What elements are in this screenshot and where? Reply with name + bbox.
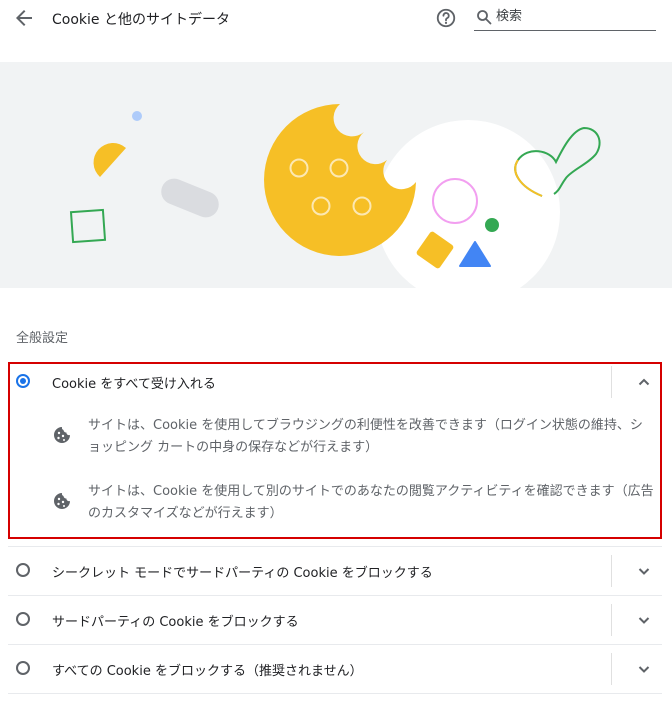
option-label: すべての Cookie をブロックする（推奨されません） bbox=[52, 664, 363, 679]
option-label: サードパーティの Cookie をブロックする bbox=[52, 615, 299, 630]
chevron-down-icon[interactable] bbox=[634, 561, 654, 581]
divider bbox=[8, 693, 662, 694]
separator bbox=[611, 604, 612, 636]
radio-button[interactable] bbox=[16, 661, 30, 675]
illustration-graphic bbox=[69, 104, 601, 288]
section-title: 全般設定 bbox=[16, 331, 69, 346]
option-label: シークレット モードでサードパーティの Cookie をブロックする bbox=[52, 566, 433, 581]
separator bbox=[611, 653, 612, 685]
help-circle-icon[interactable] bbox=[435, 7, 457, 29]
detail-item: サイトは、Cookie を使用して別のサイトでのあなたの閲覧アクティビティを確認… bbox=[50, 481, 656, 525]
detail-item: サイトは、Cookie を使用してブラウジングの利便性を改善できます（ログイン状… bbox=[50, 415, 656, 459]
radio-button[interactable] bbox=[16, 563, 30, 577]
arrow-back-icon[interactable] bbox=[12, 6, 36, 30]
radio-button[interactable] bbox=[16, 612, 30, 626]
search-icon bbox=[477, 10, 492, 25]
page-title: Cookie と他のサイトデータ bbox=[52, 12, 230, 28]
half-circle-shape bbox=[93, 143, 126, 177]
cookie-icon bbox=[54, 427, 70, 443]
small-dot-shape bbox=[132, 111, 142, 121]
option-block-all-cookies[interactable]: すべての Cookie をブロックする（推奨されません） bbox=[8, 645, 662, 693]
radio-button[interactable] bbox=[16, 374, 30, 388]
chevron-down-icon[interactable] bbox=[634, 659, 654, 679]
option-allow-all-cookies[interactable]: Cookie をすべて受け入れる bbox=[8, 358, 662, 406]
cookie-icon bbox=[54, 493, 70, 509]
separator bbox=[611, 366, 612, 398]
separator bbox=[611, 555, 612, 587]
cookie-illustration bbox=[0, 62, 672, 288]
chevron-up-icon[interactable] bbox=[634, 372, 654, 392]
green-dot-shape bbox=[485, 218, 499, 232]
chevron-down-icon[interactable] bbox=[634, 610, 654, 630]
option-label: Cookie をすべて受け入れる bbox=[52, 377, 216, 392]
square-outline-shape bbox=[69, 208, 107, 244]
search-box[interactable] bbox=[474, 4, 656, 31]
option-block-third-party-incognito[interactable]: シークレット モードでサードパーティの Cookie をブロックする bbox=[8, 547, 662, 595]
detail-text: サイトは、Cookie を使用してブラウジングの利便性を改善できます（ログイン状… bbox=[88, 418, 643, 455]
detail-text: サイトは、Cookie を使用して別のサイトでのあなたの閲覧アクティビティを確認… bbox=[88, 484, 654, 521]
search-input[interactable] bbox=[496, 6, 652, 26]
pill-shape bbox=[161, 178, 219, 218]
option-block-third-party[interactable]: サードパーティの Cookie をブロックする bbox=[8, 596, 662, 644]
header-bar: Cookie と他のサイトデータ bbox=[0, 0, 672, 40]
